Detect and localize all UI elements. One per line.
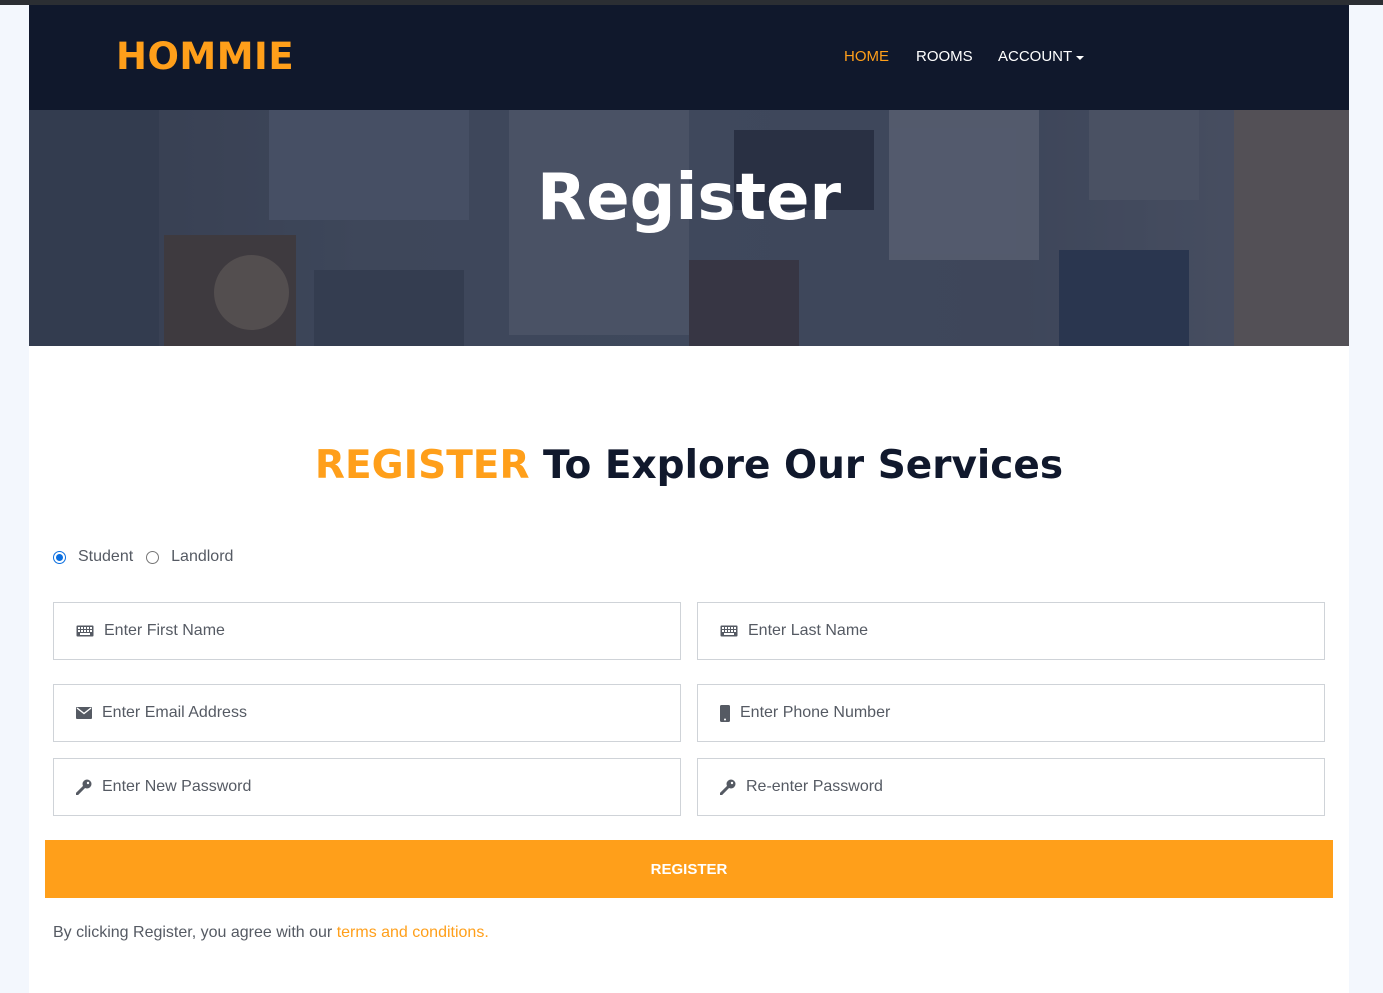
first-name-field[interactable] [53, 602, 681, 660]
email-field[interactable] [53, 684, 681, 742]
last-name-field[interactable] [697, 602, 1325, 660]
key-icon [720, 759, 736, 815]
student-radio-label[interactable]: Student [78, 548, 133, 566]
envelope-icon [76, 685, 92, 741]
landlord-radio[interactable] [146, 550, 160, 564]
brand-logo[interactable]: HOMMIE [116, 34, 294, 80]
terms-prefix: By clicking Register, you agree with our [53, 924, 337, 941]
heading-rest: To Explore Our Services [529, 443, 1064, 488]
nav-account-label: ACCOUNT [998, 48, 1073, 65]
user-type-radio-group: Student Landlord [53, 548, 233, 566]
mobile-phone-icon [720, 685, 730, 741]
navbar: HOMMIE HOME ROOMS ACCOUNT [29, 5, 1349, 110]
nav-rooms-link[interactable]: ROOMS [916, 47, 973, 67]
caret-down-icon [1076, 55, 1085, 60]
page-container: HOMMIE HOME ROOMS ACCOUNT Register REGIS… [29, 5, 1349, 993]
keyboard-icon [76, 603, 94, 659]
email-input[interactable] [102, 685, 622, 741]
register-button[interactable]: REGISTER [45, 840, 1333, 898]
password-field[interactable] [53, 758, 681, 816]
keyboard-icon [720, 603, 738, 659]
nav-account-dropdown[interactable]: ACCOUNT [998, 47, 1085, 67]
key-icon [76, 759, 92, 815]
phone-input[interactable] [740, 685, 1260, 741]
phone-field[interactable] [697, 684, 1325, 742]
landlord-radio-label[interactable]: Landlord [171, 548, 233, 566]
student-radio[interactable] [53, 550, 66, 564]
heading-highlight: REGISTER [314, 443, 530, 488]
terms-link[interactable]: terms and conditions. [337, 924, 489, 941]
hero-title: Register [536, 161, 842, 235]
terms-notice: By clicking Register, you agree with our… [53, 924, 489, 942]
section-heading: REGISTER To Explore Our Services [29, 442, 1349, 490]
nav-home-link[interactable]: HOME [844, 47, 889, 67]
confirm-password-input[interactable] [746, 759, 1266, 815]
confirm-password-field[interactable] [697, 758, 1325, 816]
hero-banner: Register [29, 110, 1349, 346]
first-name-input[interactable] [104, 603, 624, 659]
last-name-input[interactable] [748, 603, 1268, 659]
password-input[interactable] [102, 759, 622, 815]
